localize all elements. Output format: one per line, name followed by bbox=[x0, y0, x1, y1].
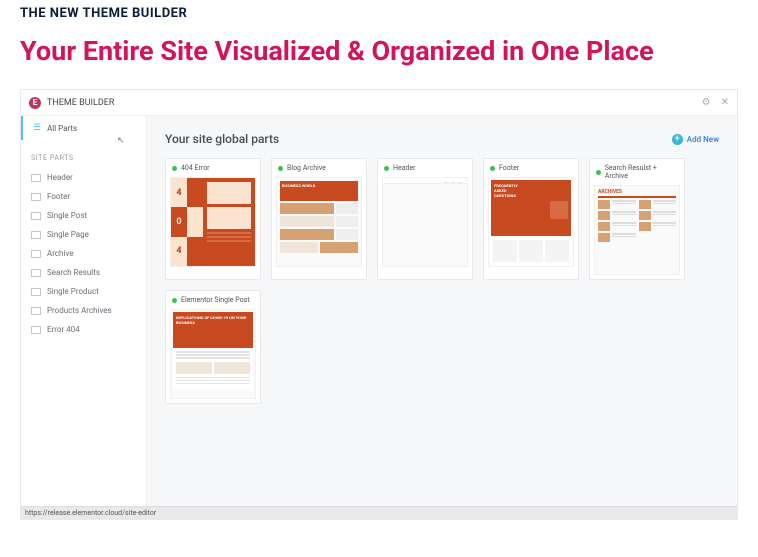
sidebar-item[interactable]: Archive bbox=[21, 244, 146, 263]
sidebar-item-label: Products Archives bbox=[47, 306, 112, 315]
card-title: 404 Error bbox=[181, 164, 210, 172]
sidebar: ☰ All Parts ↖ SITE PARTS Header Footer Sin… bbox=[21, 116, 147, 506]
card-thumbnail: 404 bbox=[170, 177, 256, 267]
card-thumbnail: IMPLICATIONS OF COVID-19 ON YOUR BUSINES… bbox=[170, 309, 256, 399]
sidebar-item[interactable]: Error 404 bbox=[21, 320, 146, 339]
status-dot-icon bbox=[490, 166, 495, 171]
status-dot-icon bbox=[172, 166, 177, 171]
part-icon bbox=[31, 212, 41, 220]
headline-text: Your Entire Site Visualized & Organized … bbox=[20, 35, 738, 67]
cursor-icon: ↖ bbox=[117, 136, 125, 146]
part-icon bbox=[31, 326, 41, 334]
all-parts-label: All Parts bbox=[47, 124, 77, 133]
layers-icon: ☰ bbox=[33, 123, 41, 133]
close-icon[interactable]: ✕ bbox=[721, 97, 729, 108]
card-title: Blog Archive bbox=[287, 164, 326, 172]
part-icon bbox=[31, 288, 41, 296]
cards-grid: 404 Error 404 Blog Archive Header bbox=[165, 158, 719, 404]
part-icon bbox=[31, 269, 41, 277]
main-content: Your site global parts + Add New 404 Err… bbox=[147, 116, 737, 506]
card-title: Elementor Single Post bbox=[181, 296, 250, 304]
main-title: Your site global parts bbox=[165, 132, 279, 146]
card-header[interactable]: Header — — — bbox=[377, 158, 473, 280]
sidebar-item[interactable]: Single Post bbox=[21, 206, 146, 225]
part-icon bbox=[31, 307, 41, 315]
card-search-archive[interactable]: Search Resulst + Archive ARCHIVES bbox=[589, 158, 685, 280]
sidebar-item-label: Header bbox=[47, 173, 73, 182]
sidebar-item-label: Single Page bbox=[47, 230, 89, 239]
card-footer[interactable]: Footer bbox=[483, 158, 579, 280]
app-window: E THEME BUILDER ⚙ ✕ ☰ All Parts ↖ SITE P… bbox=[20, 89, 738, 520]
sidebar-item-label: Footer bbox=[47, 192, 70, 201]
eyebrow-text: THE NEW THEME BUILDER bbox=[20, 6, 738, 21]
sidebar-item[interactable]: Footer bbox=[21, 187, 146, 206]
app-logo-icon: E bbox=[29, 97, 41, 109]
plus-icon: + bbox=[672, 134, 683, 145]
card-title: Header bbox=[393, 164, 416, 172]
card-thumbnail: ARCHIVES bbox=[594, 185, 680, 275]
part-icon bbox=[31, 174, 41, 182]
sidebar-item[interactable]: Products Archives bbox=[21, 301, 146, 320]
sidebar-item-label: Error 404 bbox=[47, 325, 80, 334]
settings-icon[interactable]: ⚙ bbox=[702, 97, 711, 108]
card-thumbnail bbox=[488, 177, 574, 267]
add-new-button[interactable]: + Add New bbox=[672, 134, 719, 145]
card-404[interactable]: 404 Error 404 bbox=[165, 158, 261, 280]
status-dot-icon bbox=[384, 166, 389, 171]
titlebar: E THEME BUILDER ⚙ ✕ bbox=[21, 90, 737, 116]
card-title: Search Resulst + Archive bbox=[605, 164, 678, 180]
app-title: THEME BUILDER bbox=[47, 98, 114, 108]
card-blog-archive[interactable]: Blog Archive bbox=[271, 158, 367, 280]
status-dot-icon bbox=[596, 170, 601, 175]
card-thumbnail: — — — bbox=[382, 177, 468, 267]
card-single-post[interactable]: Elementor Single Post IMPLICATIONS OF CO… bbox=[165, 290, 261, 404]
sidebar-item-label: Single Product bbox=[47, 287, 99, 296]
card-title: Footer bbox=[499, 164, 519, 172]
sidebar-item-label: Single Post bbox=[47, 211, 87, 220]
add-new-label: Add New bbox=[687, 135, 719, 144]
part-icon bbox=[31, 193, 41, 201]
status-dot-icon bbox=[172, 298, 177, 303]
site-parts-label: SITE PARTS bbox=[21, 140, 146, 168]
sidebar-item[interactable]: Search Results bbox=[21, 263, 146, 282]
sidebar-all-parts[interactable]: ☰ All Parts bbox=[21, 116, 146, 140]
sidebar-item[interactable]: Single Product bbox=[21, 282, 146, 301]
card-thumbnail bbox=[276, 177, 362, 267]
sidebar-item[interactable]: Header bbox=[21, 168, 146, 187]
sidebar-item[interactable]: Single Page bbox=[21, 225, 146, 244]
part-icon bbox=[31, 250, 41, 258]
sidebar-item-label: Archive bbox=[47, 249, 73, 258]
status-bar-url: https://release.elementor.cloud/site-edi… bbox=[21, 506, 737, 519]
status-dot-icon bbox=[278, 166, 283, 171]
sidebar-item-label: Search Results bbox=[47, 268, 100, 277]
part-icon bbox=[31, 231, 41, 239]
